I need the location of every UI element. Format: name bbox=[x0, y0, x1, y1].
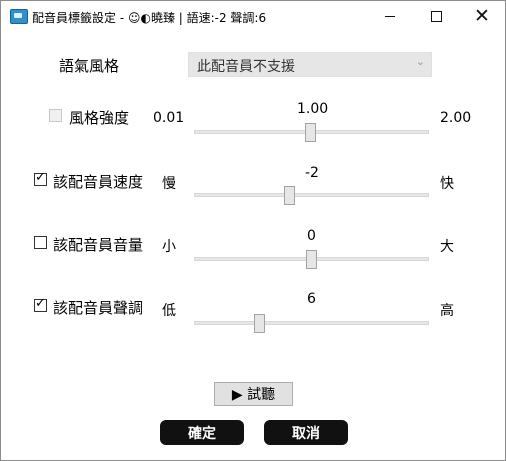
pitch-label: 該配音員聲調 bbox=[53, 299, 144, 317]
title-bar[interactable]: 配音員標籤設定 - ☺◐曉臻 | 語速:-2 聲調:6 ✕ bbox=[1, 1, 505, 32]
volume-slider-thumb[interactable] bbox=[306, 250, 317, 269]
minimize-button[interactable] bbox=[367, 1, 413, 32]
rate-slider-thumb[interactable] bbox=[284, 186, 295, 205]
volume-value: 0 bbox=[307, 228, 316, 244]
pitch-slider-thumb[interactable] bbox=[254, 314, 265, 333]
style-strength-max-label: 2.00 bbox=[440, 110, 472, 126]
style-dropdown[interactable]: 此配音員不支援 ⌄ bbox=[188, 52, 432, 77]
minimize-icon bbox=[385, 16, 395, 17]
style-strength-label: 風格強度 bbox=[69, 109, 130, 127]
pitch-slider-track[interactable] bbox=[194, 321, 429, 325]
tag-settings-window: 配音員標籤設定 - ☺◐曉臻 | 語速:-2 聲調:6 ✕ 語氣風格 此配音員不… bbox=[0, 0, 506, 461]
check-icon: ✓ bbox=[35, 170, 46, 185]
rate-max-label: 快 bbox=[440, 176, 454, 192]
maximize-button[interactable] bbox=[413, 1, 459, 32]
rate-min-label: 慢 bbox=[162, 176, 176, 192]
close-button[interactable]: ✕ bbox=[459, 1, 505, 32]
style-strength-slider-thumb[interactable] bbox=[305, 123, 316, 142]
pitch-checkbox[interactable]: ✓ bbox=[34, 296, 47, 312]
volume-min-label: 小 bbox=[162, 239, 176, 255]
style-strength-min-label: 0.01 bbox=[153, 110, 185, 126]
volume-max-label: 大 bbox=[440, 239, 454, 255]
style-strength-checkbox[interactable] bbox=[49, 109, 62, 122]
volume-checkbox[interactable] bbox=[34, 236, 47, 249]
rate-slider-track[interactable] bbox=[194, 193, 429, 197]
style-dropdown-value: 此配音員不支援 bbox=[197, 59, 295, 75]
check-icon: ✓ bbox=[35, 296, 46, 311]
ok-button[interactable]: 確定 bbox=[160, 420, 244, 445]
pitch-min-label: 低 bbox=[162, 303, 176, 319]
chevron-down-icon: ⌄ bbox=[415, 55, 425, 68]
style-strength-value: 1.00 bbox=[297, 101, 329, 117]
rate-value: -2 bbox=[305, 165, 319, 181]
style-label: 語氣風格 bbox=[59, 57, 120, 75]
rate-checkbox[interactable]: ✓ bbox=[34, 170, 47, 186]
listen-button[interactable]: ▶ 試聽 bbox=[214, 382, 293, 406]
cancel-button[interactable]: 取消 bbox=[264, 420, 348, 445]
app-logo-icon bbox=[10, 9, 28, 24]
window-title: 配音員標籤設定 - ☺◐曉臻 | 語速:-2 聲調:6 bbox=[32, 11, 267, 25]
maximize-icon bbox=[430, 11, 442, 22]
pitch-value: 6 bbox=[307, 291, 316, 307]
volume-label: 該配音員音量 bbox=[53, 236, 144, 254]
rate-label: 該配音員速度 bbox=[53, 173, 144, 191]
close-icon: ✕ bbox=[474, 4, 490, 27]
pitch-max-label: 高 bbox=[440, 303, 454, 319]
